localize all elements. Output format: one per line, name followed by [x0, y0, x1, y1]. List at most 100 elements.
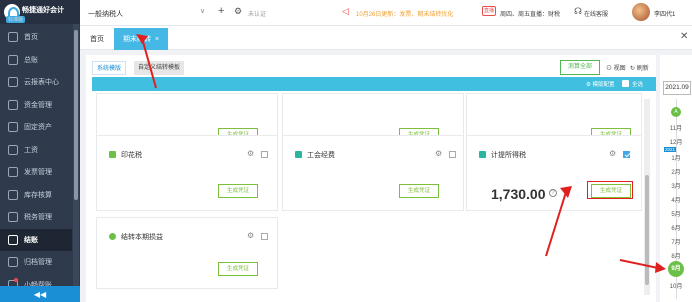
- live-schedule[interactable]: 周四、周五直播：财税: [500, 9, 560, 18]
- app-logo[interactable]: 畅捷通好会计 标准版: [0, 0, 80, 24]
- refresh-label: 刷新: [636, 66, 649, 72]
- select-all-checkbox[interactable]: [622, 80, 629, 87]
- top-bar: 一般纳税人 ∨ + ⚙ 未认证 ◁ 10月26日更新：发票、期末结转优化 直播 …: [80, 0, 692, 26]
- year-selector[interactable]: 2021.09: [663, 81, 691, 95]
- timeline-month[interactable]: 7月: [660, 237, 692, 246]
- online-service-link[interactable]: 在线客服: [584, 9, 608, 18]
- sidebar-scroll-thumb[interactable]: [74, 30, 78, 200]
- sidebar-item-label: 首页: [24, 34, 38, 42]
- payroll-icon: [8, 144, 18, 155]
- sidebar-item-ledger[interactable]: 总账: [0, 49, 72, 72]
- sidebar-item-label: 税务管理: [24, 214, 52, 222]
- timeline-month[interactable]: 6月: [660, 223, 692, 232]
- annotation-arrow: [545, 186, 572, 257]
- live-badge: 直播: [482, 6, 496, 16]
- template-toolbar: ⚙ 模版配置 全选: [92, 77, 656, 91]
- template-config-link[interactable]: ⚙ 模版配置: [586, 80, 614, 88]
- close-icon[interactable]: ✕: [680, 31, 688, 42]
- card-checkbox[interactable]: [449, 151, 456, 158]
- timeline-month[interactable]: 2月: [660, 167, 692, 176]
- sidebar-item-label: 库存核算: [24, 191, 52, 199]
- verification-status[interactable]: 未认证: [248, 9, 266, 18]
- card-checkbox[interactable]: [261, 151, 268, 158]
- card-checkbox[interactable]: [261, 233, 268, 240]
- gear-icon[interactable]: ⚙: [247, 149, 254, 158]
- current-month-marker[interactable]: 9月: [668, 261, 684, 277]
- archive-icon: [8, 257, 18, 268]
- timeline-month[interactable]: 11月: [660, 123, 692, 132]
- timeline-month[interactable]: 10月: [660, 281, 692, 290]
- gear-icon[interactable]: ⚙: [234, 6, 242, 17]
- gear-icon[interactable]: ⚙: [435, 149, 442, 158]
- sidebar-item-archive[interactable]: 归档管理: [0, 251, 72, 274]
- card-title: 结转本期损益: [109, 232, 163, 242]
- tab-system-template[interactable]: 系统模版: [92, 61, 127, 75]
- sidebar-item-inventory[interactable]: 库存核算: [0, 184, 72, 207]
- view-toggle[interactable]: ⊙ 视图: [606, 63, 626, 72]
- sidebar-item-label: 资金管理: [24, 101, 52, 109]
- sidebar-item-closing[interactable]: 结账: [0, 228, 72, 251]
- ledger-icon: [8, 54, 18, 65]
- card-title: 计提所得税: [479, 150, 526, 160]
- card-title: 印花税: [109, 150, 142, 160]
- transfer-card-union-fee: 工会经费 ⚙ 生成凭证: [282, 135, 464, 211]
- page-tabs: 首页 期末结转 × ✕: [80, 26, 692, 50]
- company-selector[interactable]: 一般纳税人: [88, 9, 123, 19]
- tax-icon: [479, 151, 486, 158]
- annotation-arrow: [619, 259, 666, 273]
- annotation-arrow: [136, 34, 157, 89]
- sidebar-item-label: 归档管理: [24, 259, 52, 267]
- generate-voucher-button[interactable]: 生成凭证: [218, 184, 258, 198]
- sidebar-item-label: 工资: [24, 146, 38, 154]
- closing-icon: [8, 234, 18, 245]
- view-label: 视图: [613, 66, 626, 72]
- tab-home[interactable]: 首页: [90, 34, 104, 44]
- invoice-icon: [8, 167, 18, 178]
- home-icon: [8, 32, 18, 43]
- sidebar-item-reports[interactable]: 云报表中心: [0, 71, 72, 94]
- card-title-text: 结转本期损益: [121, 234, 163, 241]
- timeline-month[interactable]: 3月: [660, 181, 692, 190]
- chart-icon: [8, 77, 18, 88]
- gear-icon[interactable]: ⚙: [609, 149, 616, 158]
- user-name[interactable]: 李四代1: [654, 9, 675, 18]
- timeline-month[interactable]: 12月: [660, 137, 692, 146]
- refresh-button[interactable]: ↻ 刷新: [630, 63, 649, 72]
- view-icon: ⊙: [606, 66, 614, 72]
- chevron-down-icon[interactable]: ∨: [200, 7, 205, 15]
- sidebar-item-funds[interactable]: 资金管理: [0, 94, 72, 117]
- double-arrow-left-icon: ◀◀: [33, 289, 47, 299]
- sidebar-item-label: 总账: [24, 56, 38, 64]
- speaker-icon: ◁: [342, 6, 349, 16]
- sidebar-item-home[interactable]: 首页: [0, 26, 72, 49]
- transfer-card-stamp-duty: 印花税 ⚙ 生成凭证: [96, 135, 278, 211]
- generate-voucher-button[interactable]: 生成凭证: [218, 262, 258, 276]
- sidebar-item-assets[interactable]: 固定资产: [0, 116, 72, 139]
- timeline-month[interactable]: 4月: [660, 195, 692, 204]
- timeline-month[interactable]: 1月: [660, 153, 692, 162]
- calculate-all-button[interactable]: 测算全部: [560, 60, 600, 75]
- sidebar-item-label: 结账: [24, 236, 38, 244]
- card-title-text: 计提所得税: [491, 152, 526, 159]
- main-panel: 系统模版 自定义结转模板 测算全部 ⊙ 视图 ↻ 刷新 ⚙ 模版配置 全选 生成…: [86, 55, 656, 302]
- card-title-text: 工会经费: [307, 152, 335, 159]
- generate-voucher-button[interactable]: 生成凭证: [399, 184, 439, 198]
- card-title-text: 印花税: [121, 152, 142, 159]
- warehouse-icon: [8, 189, 18, 200]
- sidebar-item-invoices[interactable]: 发票管理: [0, 161, 72, 184]
- card-checkbox-checked[interactable]: [623, 151, 630, 158]
- sidebar-item-payroll[interactable]: 工资: [0, 139, 72, 162]
- sidebar-item-label: 固定资产: [24, 124, 52, 132]
- timeline-marker[interactable]: A: [671, 107, 681, 117]
- avatar[interactable]: [632, 3, 650, 21]
- collapse-sidebar-button[interactable]: ◀◀: [0, 286, 80, 302]
- sidebar-nav: 首页 总账 云报表中心 资金管理 固定资产 工资 发票管理 库存核算 税务管理 …: [0, 26, 72, 296]
- select-all-label: 全选: [632, 82, 644, 88]
- timeline-month[interactable]: 5月: [660, 209, 692, 218]
- update-notice[interactable]: 10月26日更新：发票、期末结转优化: [356, 9, 453, 18]
- union-icon: [295, 151, 302, 158]
- plus-icon[interactable]: +: [218, 5, 224, 17]
- card-title: 工会经费: [295, 150, 335, 160]
- sidebar-item-tax[interactable]: 税务管理: [0, 206, 72, 229]
- gear-icon[interactable]: ⚙: [247, 231, 254, 240]
